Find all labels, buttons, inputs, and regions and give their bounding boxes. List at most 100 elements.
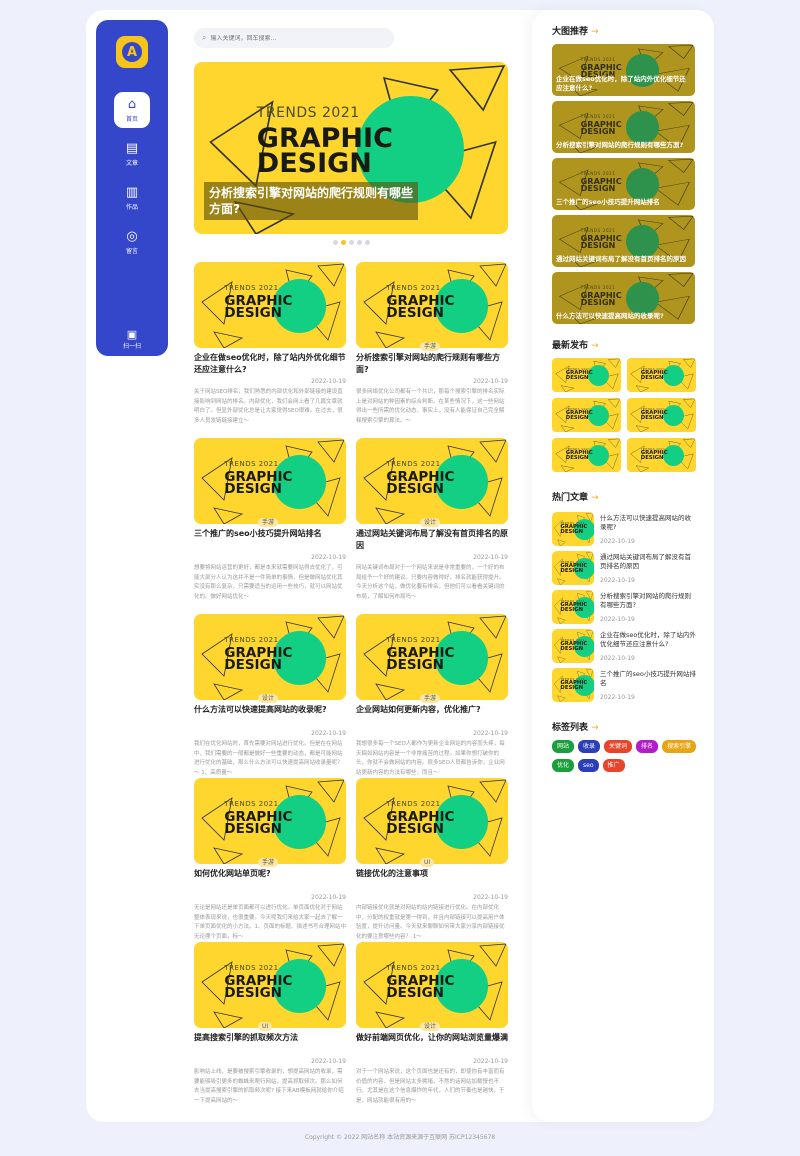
hot-thumbnail[interactable]: TRENDS 2021 GRAPHIC DESIGN — [552, 590, 594, 624]
article-title[interactable]: 企业在做seo优化时，除了站内外优化细节还应注意什么? — [194, 352, 346, 376]
hot-title[interactable]: 分析搜索引擎对网站的爬行规则有哪些方面? — [600, 592, 696, 610]
nav-item-3[interactable]: ◎ 留言 — [114, 224, 150, 260]
article-card[interactable]: TRENDS 2021 GRAPHIC DESIGN 企业在做seo优化时，除了站… — [194, 262, 346, 432]
search-bar[interactable]: ⌕ — [194, 28, 394, 48]
article-thumbnail[interactable]: TRENDS 2021 GRAPHIC DESIGN — [194, 942, 346, 1028]
latest-thumbnail[interactable]: TRENDS 2021 GRAPHIC DESIGN — [552, 358, 621, 392]
article-title[interactable]: 提高搜索引擎的抓取频次方法 — [194, 1032, 346, 1044]
article-title[interactable]: 企业网站如何更新内容，优化推广? — [356, 704, 508, 716]
big-rec-item[interactable]: TRENDS 2021 GRAPHIC DESIGN 通过网站关键词布局了解没有首页… — [552, 215, 695, 267]
hot-title[interactable]: 三个推广的seo小技巧提升网站排名 — [600, 670, 696, 688]
banner-caption[interactable]: 分析搜索引擎对网站的爬行规则有哪些方面? — [204, 182, 418, 220]
hot-article[interactable]: TRENDS 2021 GRAPHIC DESIGN 什么方法可以快速提高网站的收… — [552, 512, 698, 548]
big-rec-item[interactable]: TRENDS 2021 GRAPHIC DESIGN 企业在做seo优化时，除了站内… — [552, 44, 695, 96]
article-thumbnail[interactable]: TRENDS 2021 GRAPHIC DESIGN — [194, 438, 346, 524]
hot-article[interactable]: TRENDS 2021 GRAPHIC DESIGN 三个推广的seo小技巧提升网… — [552, 668, 698, 704]
category-badge[interactable]: 手游 — [258, 858, 279, 867]
hot-article[interactable]: TRENDS 2021 GRAPHIC DESIGN 企业在做seo优化时，除了站… — [552, 629, 698, 665]
big-rec-caption[interactable]: 企业在做seo优化时，除了站内外优化细节还应注意什么? — [556, 75, 691, 93]
article-title[interactable]: 三个推广的seo小技巧提升网站排名 — [194, 528, 346, 540]
tag-cloud: 网站 收录 关键词 排名 搜索引擎优化 seo 推广 — [552, 740, 698, 772]
banner-slide[interactable]: TRENDS 2021 GRAPHIC DESIGN 分析搜索引擎对网站的爬行规则… — [194, 62, 508, 234]
category-badge[interactable]: 设计 — [258, 694, 279, 703]
big-rec-item[interactable]: TRENDS 2021 GRAPHIC DESIGN 什么方法可以快速提高网站的收录… — [552, 272, 695, 324]
tag-pill[interactable]: seo — [578, 759, 599, 772]
article-excerpt: 对于一个网站来说，这个页面也是还有的，即使你有丰富而有价值的内容，但是网站太多拥… — [356, 1069, 505, 1104]
scan-button[interactable]: ▣ 扫一扫 — [114, 328, 150, 350]
category-badge[interactable]: 设计 — [420, 1022, 441, 1031]
article-thumbnail[interactable]: TRENDS 2021 GRAPHIC DESIGN — [194, 778, 346, 864]
tag-pill[interactable]: 优化 — [552, 759, 575, 772]
article-card[interactable]: TRENDS 2021 GRAPHIC DESIGN 手游 如何优化网站单页呢? … — [194, 778, 346, 948]
category-badge[interactable]: 手游 — [258, 518, 279, 527]
carousel-dot[interactable] — [357, 240, 362, 245]
tag-pill[interactable]: 网站 — [552, 740, 575, 753]
category-badge[interactable]: 手游 — [420, 694, 441, 703]
article-thumbnail[interactable]: TRENDS 2021 GRAPHIC DESIGN — [356, 614, 508, 700]
site-logo[interactable]: A — [116, 36, 148, 68]
article-card[interactable]: TRENDS 2021 GRAPHIC DESIGN 手游 企业网站如何更新内容，… — [356, 614, 508, 784]
article-title[interactable]: 什么方法可以快速提高网站的收录呢? — [194, 704, 346, 716]
tag-pill[interactable]: 关键词 — [604, 740, 633, 753]
hot-title[interactable]: 企业在做seo优化时，除了站内外优化细节还应注意什么? — [600, 631, 696, 649]
search-input[interactable] — [210, 34, 371, 42]
carousel-dot[interactable] — [349, 240, 354, 245]
hot-thumbnail[interactable]: TRENDS 2021 GRAPHIC DESIGN — [552, 512, 594, 546]
article-card[interactable]: TRENDS 2021 GRAPHIC DESIGN UI 提高搜索引擎的抓取频次… — [194, 942, 346, 1112]
article-thumbnail[interactable]: TRENDS 2021 GRAPHIC DESIGN — [194, 614, 346, 700]
big-rec-caption[interactable]: 分析搜索引擎对网站的爬行规则有哪些方面? — [556, 141, 691, 150]
article-card[interactable]: TRENDS 2021 GRAPHIC DESIGN 设计 做好前端网页优化，让你… — [356, 942, 508, 1112]
big-rec-caption[interactable]: 三个推广的seo小技巧提升网站排名 — [556, 198, 691, 207]
article-thumbnail[interactable]: TRENDS 2021 GRAPHIC DESIGN — [356, 438, 508, 524]
latest-thumbnail[interactable]: TRENDS 2021 GRAPHIC DESIGN — [627, 438, 696, 472]
article-card[interactable]: TRENDS 2021 GRAPHIC DESIGN 手游 三个推广的seo小技巧… — [194, 438, 346, 608]
carousel-dot[interactable] — [365, 240, 370, 245]
nav-item-0[interactable]: ⌂ 首页 — [114, 92, 150, 128]
article-thumbnail[interactable]: TRENDS 2021 GRAPHIC DESIGN — [356, 262, 508, 348]
article-title[interactable]: 分析搜索引擎对网站的爬行规则有哪些方面? — [356, 352, 508, 376]
article-excerpt: 想要将网站运营的更好，都是本来就需要网站得去优化了，可能大部分人认为这并不是一件… — [194, 565, 343, 600]
hot-thumbnail[interactable]: TRENDS 2021 GRAPHIC DESIGN — [552, 629, 594, 663]
hot-thumbnail[interactable]: TRENDS 2021 GRAPHIC DESIGN — [552, 668, 594, 702]
article-title[interactable]: 通过网站关键词布局了解没有首页排名的原因 — [356, 528, 508, 552]
big-rec-caption[interactable]: 通过网站关键词布局了解没有首页排名的原因 — [556, 255, 691, 264]
article-title[interactable]: 链接优化的注意事项 — [356, 868, 508, 880]
category-badge[interactable]: UI — [258, 1022, 273, 1031]
big-rec-item[interactable]: TRENDS 2021 GRAPHIC DESIGN 分析搜索引擎对网站的爬行规则有… — [552, 101, 695, 153]
carousel-dots — [333, 240, 370, 245]
article-card[interactable]: TRENDS 2021 GRAPHIC DESIGN UI 链接优化的注意事项 2… — [356, 778, 508, 948]
nav-item-1[interactable]: ▤ 文章 — [114, 136, 150, 172]
tag-pill[interactable]: 收录 — [578, 740, 601, 753]
hot-article[interactable]: TRENDS 2021 GRAPHIC DESIGN 通过网站关键词布局了解没有首… — [552, 551, 698, 587]
carousel-dot[interactable] — [341, 240, 346, 245]
scan-label: 扫一扫 — [122, 343, 141, 350]
latest-thumbnail[interactable]: TRENDS 2021 GRAPHIC DESIGN — [627, 398, 696, 432]
hot-thumbnail[interactable]: TRENDS 2021 GRAPHIC DESIGN — [552, 551, 594, 585]
hot-title[interactable]: 什么方法可以快速提高网站的收录呢? — [600, 514, 696, 532]
tag-pill[interactable]: 搜索引擎 — [662, 740, 697, 753]
category-badge[interactable]: UI — [420, 858, 435, 867]
big-rec-caption[interactable]: 什么方法可以快速提高网站的收录呢? — [556, 312, 691, 321]
hot-title[interactable]: 通过网站关键词布局了解没有首页排名的原因 — [600, 553, 696, 571]
tag-pill[interactable]: 推广 — [602, 759, 625, 772]
article-title[interactable]: 如何优化网站单页呢? — [194, 868, 346, 880]
tag-pill[interactable]: 排名 — [636, 740, 659, 753]
article-title[interactable]: 做好前端网页优化，让你的网站浏览量爆满 — [356, 1032, 508, 1044]
article-thumbnail[interactable]: TRENDS 2021 GRAPHIC DESIGN — [194, 262, 346, 348]
hot-article[interactable]: TRENDS 2021 GRAPHIC DESIGN 分析搜索引擎对网站的爬行规则… — [552, 590, 698, 626]
category-badge[interactable]: 设计 — [420, 518, 441, 527]
category-badge[interactable]: 手游 — [420, 342, 441, 351]
latest-thumbnail[interactable]: TRENDS 2021 GRAPHIC DESIGN — [552, 438, 621, 472]
article-thumbnail[interactable]: TRENDS 2021 GRAPHIC DESIGN — [356, 778, 508, 864]
article-card[interactable]: TRENDS 2021 GRAPHIC DESIGN 设计 什么方法可以快速提高网… — [194, 614, 346, 784]
article-card[interactable]: TRENDS 2021 GRAPHIC DESIGN 设计 通过网站关键词布局了解… — [356, 438, 508, 608]
latest-thumbnail[interactable]: TRENDS 2021 GRAPHIC DESIGN — [552, 398, 621, 432]
poster-headline: GRAPHIC DESIGN — [565, 369, 593, 381]
big-rec-item[interactable]: TRENDS 2021 GRAPHIC DESIGN 三个推广的seo小技巧提升网站… — [552, 158, 695, 210]
carousel-dot[interactable] — [333, 240, 338, 245]
latest-thumbnail[interactable]: TRENDS 2021 GRAPHIC DESIGN — [627, 358, 696, 392]
article-card[interactable]: TRENDS 2021 GRAPHIC DESIGN 手游 分析搜索引擎对网站的爬… — [356, 262, 508, 432]
article-thumbnail[interactable]: TRENDS 2021 GRAPHIC DESIGN — [356, 942, 508, 1028]
poster-headline: GRAPHIC DESIGN — [224, 644, 293, 674]
nav-item-2[interactable]: ▥ 作品 — [114, 180, 150, 216]
